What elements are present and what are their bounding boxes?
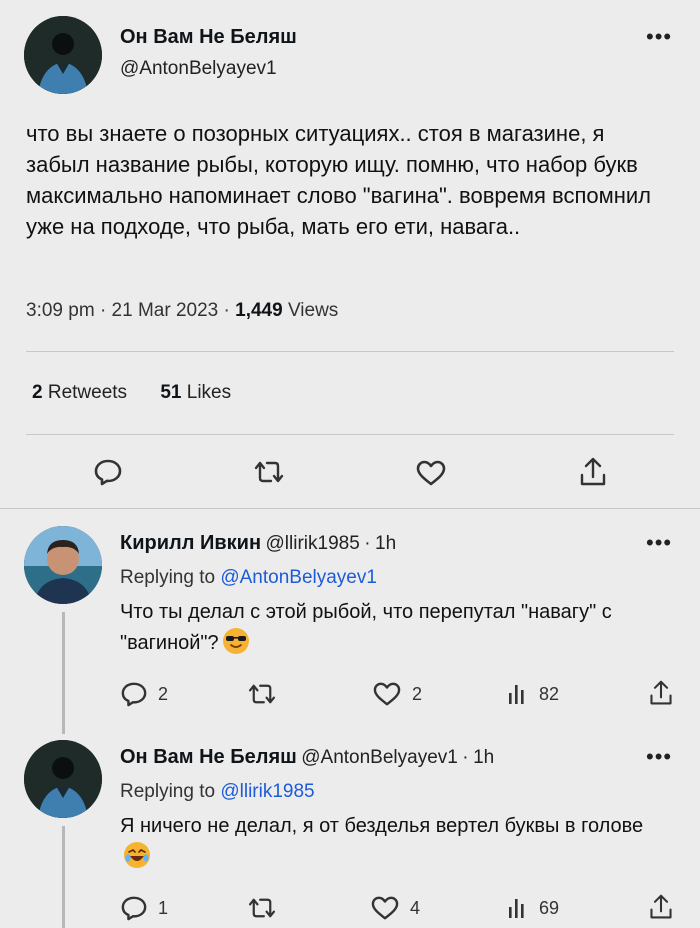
like-count: 2 [412, 683, 423, 704]
avatar-person-image [24, 526, 102, 604]
replying-to-label: Replying to [120, 781, 216, 802]
likes-stat[interactable]: 51 Likes [160, 382, 231, 403]
replying-to-handle[interactable]: @AntonBelyayev1 [220, 567, 377, 588]
reply-text-container: Я ничего не делал, я от безделья вертел … [120, 811, 660, 873]
meta-separator: · [364, 533, 371, 554]
author-name[interactable]: Он Вам Не Беляш [120, 26, 297, 49]
retweet-icon [248, 684, 276, 704]
retweet-icon [248, 898, 276, 918]
retweets-label: Retweets [47, 382, 128, 403]
reply-age[interactable]: 1h [375, 533, 396, 554]
replying-to-label: Replying to [120, 567, 216, 588]
reply-author-avatar[interactable] [24, 740, 102, 818]
reply-count: 2 [158, 683, 169, 704]
likes-count: 51 [160, 382, 182, 403]
views-count: 82 [539, 683, 560, 704]
share-button[interactable] [648, 893, 674, 926]
reply-button[interactable]: 2 [120, 681, 168, 707]
views-count: 1,449 [235, 300, 283, 321]
divider [26, 351, 674, 352]
like-button[interactable] [415, 459, 447, 492]
heart-icon [373, 682, 401, 706]
thread-line [62, 612, 65, 734]
heart-icon [416, 460, 446, 486]
divider [26, 434, 674, 435]
reply-bubble-icon [121, 896, 147, 921]
share-icon [580, 457, 606, 486]
reply-bubble-icon [121, 682, 147, 707]
more-dots-icon[interactable]: ••• [646, 26, 672, 48]
meta-separator: · [99, 300, 107, 321]
share-button[interactable] [648, 679, 674, 712]
views-button[interactable]: 82 [507, 683, 559, 705]
share-icon [650, 680, 672, 705]
meta-separator: · [462, 747, 469, 768]
reply-author-handle[interactable]: @llirik1985 [266, 533, 360, 554]
divider [0, 508, 700, 509]
reply-age[interactable]: 1h [473, 747, 494, 768]
replying-to-handle[interactable]: @llirik1985 [220, 781, 314, 802]
reply-author-avatar[interactable] [24, 526, 102, 604]
heart-icon [371, 896, 399, 920]
tweet-text: что вы знаете о позорных ситуациях.. сто… [26, 121, 652, 239]
likes-label: Likes [186, 382, 232, 403]
retweet-button[interactable] [252, 460, 286, 489]
retweets-count: 2 [32, 382, 43, 403]
reply-count: 1 [158, 897, 169, 918]
rolling-laughing-emoji-icon [124, 842, 150, 868]
reply-text: Я ничего не делал, я от безделья вертел … [120, 815, 644, 837]
views-count: 69 [539, 897, 560, 918]
retweet-button[interactable] [246, 897, 278, 919]
like-count: 4 [410, 897, 421, 918]
tweet-date[interactable]: 21 Mar 2023 [112, 300, 219, 321]
replying-to-line: Replying to @llirik1985 [120, 781, 315, 803]
tweet-time[interactable]: 3:09 pm [26, 300, 95, 321]
thread-line [62, 826, 65, 928]
avatar-person-image [24, 16, 102, 94]
like-button[interactable]: 2 [372, 681, 422, 707]
meta-separator: · [223, 300, 230, 321]
reply-bubble-icon [94, 459, 122, 486]
reply-author-name[interactable]: Он Вам Не Беляш [120, 746, 297, 768]
reply-button[interactable]: 1 [120, 895, 168, 921]
reply-author-handle[interactable]: @AntonBelyayev1 [301, 747, 458, 768]
avatar-person-image [24, 740, 102, 818]
views-label: Views [287, 300, 339, 321]
tweet-stats: 2 Retweets 51 Likes [32, 382, 231, 404]
retweets-stat[interactable]: 2 Retweets [32, 382, 127, 403]
reply-author-name[interactable]: Кирилл Ивкин [120, 532, 261, 554]
tweet-meta: 3:09 pm · 21 Mar 2023 · 1,449 Views [26, 300, 338, 322]
replying-to-line: Replying to @AntonBelyayev1 [120, 567, 377, 589]
sunglasses-emoji-icon [222, 628, 249, 654]
reply-header: Кирилл Ивкин @llirik1985 · 1h [120, 532, 396, 555]
reply-text-container: Что ты делал с этой рыбой, что перепутал… [120, 597, 650, 659]
retweet-icon [254, 461, 284, 483]
more-dots-icon[interactable]: ••• [646, 746, 672, 768]
like-button[interactable]: 4 [370, 895, 420, 921]
author-avatar[interactable] [24, 16, 102, 94]
reply-header: Он Вам Не Беляш @AntonBelyayev1 · 1h [120, 746, 494, 769]
reply-button[interactable] [93, 458, 123, 491]
reply-text: Что ты делал с этой рыбой, что перепутал… [120, 601, 612, 654]
retweet-button[interactable] [246, 683, 278, 705]
more-dots-icon[interactable]: ••• [646, 532, 672, 554]
views-bar-chart-icon [509, 899, 524, 918]
share-icon [650, 894, 672, 919]
author-handle[interactable]: @AntonBelyayev1 [120, 58, 277, 80]
share-button[interactable] [578, 456, 608, 493]
views-bar-chart-icon [509, 685, 524, 704]
views-button[interactable]: 69 [507, 897, 559, 919]
